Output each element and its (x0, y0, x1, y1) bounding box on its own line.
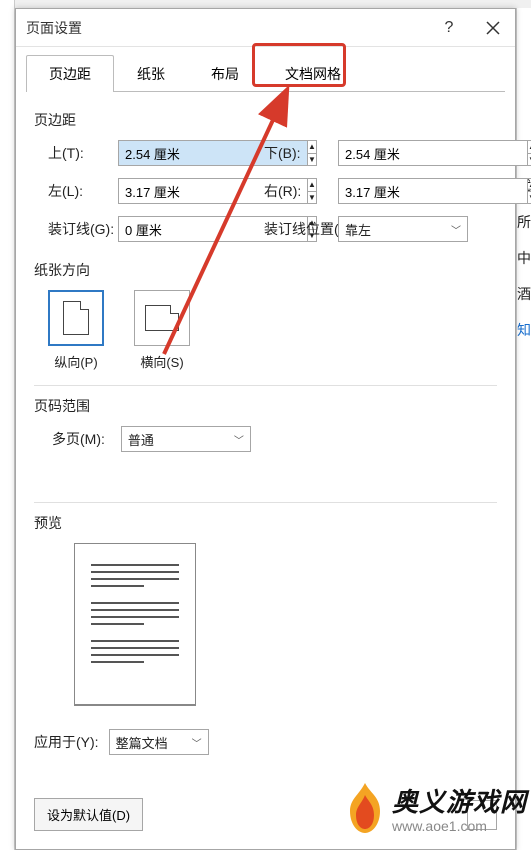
tab-strip: 页边距 纸张 布局 文档网格 (26, 55, 505, 92)
chevron-down-icon: ﹀ (447, 222, 465, 237)
side-char: 酒 (517, 276, 531, 312)
orientation-section-title: 纸张方向 (34, 260, 497, 280)
dialog-title: 页面设置 (16, 18, 427, 38)
background-panel-left (0, 0, 15, 850)
gutter-pos-combo[interactable]: 靠左 ﹀ (338, 216, 468, 242)
margin-bottom-field[interactable] (338, 140, 528, 166)
gutter-pos-value: 靠左 (345, 220, 447, 239)
preview-page (74, 543, 196, 705)
tab-paper[interactable]: 纸张 (114, 55, 188, 92)
multi-pages-value: 普通 (128, 430, 230, 449)
watermark-sub: www.aoe1.com (392, 819, 527, 833)
portrait-icon-box (48, 290, 104, 346)
multi-pages-label: 多页(M): (52, 429, 105, 449)
portrait-label: 纵向(P) (48, 352, 104, 371)
gutter-input[interactable]: ▲▼ (118, 216, 248, 242)
orientation-group: 纵向(P) 横向(S) (48, 290, 497, 371)
close-icon (486, 21, 500, 35)
tab-document-grid[interactable]: 文档网格 (262, 55, 364, 92)
titlebar: 页面设置 ? (16, 9, 515, 47)
apply-to-value: 整篇文档 (116, 733, 188, 752)
margin-top-input[interactable]: ▲▼ (118, 140, 248, 166)
multi-pages-combo[interactable]: 普通 ﹀ (121, 426, 251, 452)
tab-layout[interactable]: 布局 (188, 55, 262, 92)
gutter-pos-label: 装订线位置(U): (248, 219, 338, 239)
page-landscape-icon (145, 305, 179, 331)
margin-right-label: 右(R): (248, 181, 338, 201)
set-default-button[interactable]: 设为默认值(D) (34, 798, 143, 831)
landscape-icon-box (134, 290, 190, 346)
margins-section-title: 页边距 (34, 110, 497, 130)
chevron-down-icon: ﹀ (188, 735, 206, 750)
chevron-down-icon: ﹀ (230, 432, 248, 447)
margin-left-input[interactable]: ▲▼ (118, 178, 248, 204)
orientation-landscape[interactable]: 横向(S) (134, 290, 190, 371)
margin-right-field[interactable] (338, 178, 528, 204)
apply-to-label: 应用于(Y): (34, 732, 99, 752)
watermark: 奥义游戏网 www.aoe1.com (344, 781, 527, 840)
page-portrait-icon (63, 301, 89, 335)
gutter-label: 装订线(G): (48, 219, 118, 239)
watermark-main: 奥义游戏网 (392, 789, 527, 815)
margin-bottom-input[interactable]: ▲▼ (338, 140, 468, 166)
background-panel-right: 试 所 中 酒 知 (516, 8, 531, 850)
flame-icon (344, 781, 386, 840)
divider (34, 385, 497, 386)
margin-right-input[interactable]: ▲▼ (338, 178, 468, 204)
orientation-portrait[interactable]: 纵向(P) (48, 290, 104, 371)
margin-bottom-label: 下(B): (248, 143, 338, 163)
dialog-content: 页边距 上(T): ▲▼ 下(B): ▲▼ 左(L): ▲▼ 右(R): ▲▼ (16, 92, 515, 788)
page-range-section-title: 页码范围 (34, 396, 497, 416)
margin-left-label: 左(L): (48, 181, 118, 201)
divider (34, 502, 497, 503)
help-button[interactable]: ? (427, 9, 471, 47)
side-char-link[interactable]: 知 (517, 312, 531, 348)
preview-section-title: 预览 (34, 513, 497, 533)
apply-to-combo[interactable]: 整篇文档 ﹀ (109, 729, 209, 755)
page-setup-dialog: 页面设置 ? 页边距 纸张 布局 文档网格 页边距 上(T): ▲▼ 下(B):… (15, 8, 516, 850)
side-char: 所 (517, 204, 531, 240)
margin-top-label: 上(T): (48, 143, 118, 163)
tab-margins[interactable]: 页边距 (26, 55, 114, 92)
landscape-label: 横向(S) (134, 352, 190, 371)
side-char: 中 (517, 240, 531, 276)
close-button[interactable] (471, 9, 515, 47)
